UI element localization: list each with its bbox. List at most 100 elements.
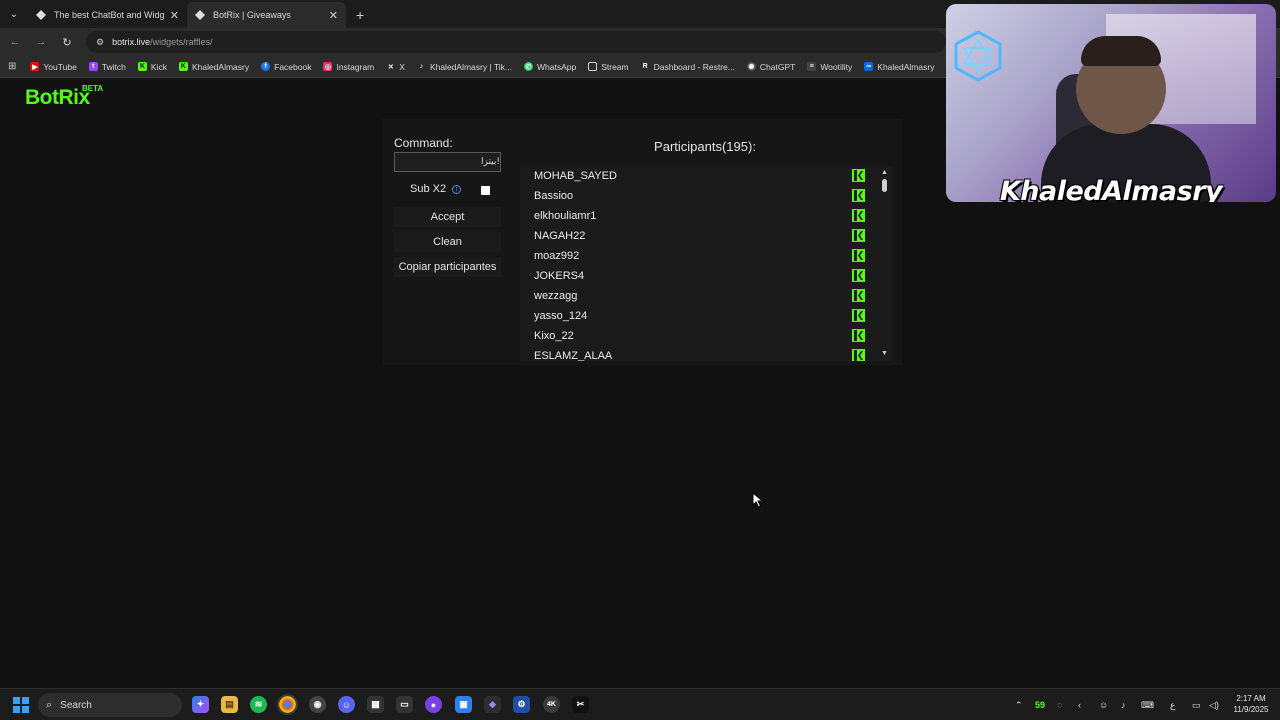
taskbar-search[interactable]: ⌕ Search [38,693,182,717]
store-icon[interactable]: ▣ [455,696,472,713]
botrix-favicon-icon [195,10,205,20]
windows-start-icon[interactable] [13,697,29,713]
info-icon[interactable]: i [452,184,462,194]
app-purple-icon[interactable]: ● [425,696,442,713]
bookmark-x[interactable]: ✕ X [386,62,405,72]
tray-show-hidden-icon[interactable]: ⌃ [1015,689,1023,720]
meta-icon: ∞ [864,62,874,71]
beta-badge: BETA [82,84,104,93]
accept-button[interactable]: Accept [394,207,501,227]
bookmark-restream[interactable]: R Dashboard - Restre... [640,62,735,72]
participant-row: elkhouliamr1 [520,206,875,226]
url-path: /widgets/raffles/ [150,37,213,47]
command-input[interactable] [394,152,501,172]
youtube-icon: ▶ [30,62,40,71]
bookmark-tiktok[interactable]: ♪ KhaledAlmasry | Tik... [416,61,512,72]
address-bar[interactable]: ⚙ botrix.live/widgets/raffles/ [86,31,946,53]
bookmark-khaledalmasry-kick[interactable]: K KhaledAlmasry [178,62,249,72]
4k-app-icon[interactable]: 4K [543,696,560,713]
spotify-icon[interactable]: ≋ [250,696,267,713]
wootility-icon: ≡ [807,62,817,71]
gamepad-icon[interactable]: ◈ [484,696,501,713]
streamdeck-icon[interactable]: ▦ [367,696,384,713]
sub-x2-checkbox[interactable] [481,186,490,195]
bookmark-youtube[interactable]: ▶ YouTube [30,62,77,72]
bookmark-instagram[interactable]: ◎ Instagram [323,62,374,72]
new-tab-icon[interactable]: + [356,7,364,23]
tray-app-icon[interactable]: ◌ [1057,689,1062,720]
botrix-logo[interactable]: BotRix [25,86,90,110]
copy-participants-button[interactable]: Copiar participantes [394,257,501,277]
terminal-icon[interactable]: ▭ [396,696,413,713]
tiktok-icon: ♪ [416,62,426,71]
file-explorer-icon[interactable]: ▤ [221,696,238,713]
participant-row: moaz992 [520,246,875,266]
participant-row: ESLAMZ_ALAA [520,346,875,361]
system-clock[interactable]: 2:17 AM 11/9/2025 [1226,693,1276,715]
clock-date: 11/9/2025 [1233,705,1269,714]
scrollbar[interactable]: ▲ ▼ [880,166,890,361]
keyboard-icon[interactable]: ⌨ [1141,689,1154,720]
clean-button[interactable]: Clean [394,232,501,252]
tray-discord-icon[interactable]: ☺ [1099,689,1108,720]
kick-platform-icon [852,289,865,302]
folder-icon [588,62,598,71]
participant-username: Bassioo [534,190,574,202]
bookmark-chatgpt[interactable]: ✺ ChatGPT [746,62,795,72]
input-language[interactable]: ع [1170,689,1175,720]
mouse-cursor-icon [752,492,764,508]
participant-row: MOHAB_SAYED [520,166,875,186]
capcut-icon[interactable]: ✂ [572,696,589,713]
taskbar-search-label: Search [60,699,92,711]
bookmark-facebook[interactable]: f Facebook [261,62,311,72]
participants-list[interactable]: MOHAB_SAYED Bassioo elkhouliamr1 NAGAH22 moa… [520,166,892,361]
browser-tab-active[interactable]: BotRix | Giveaways ✕ [187,2,346,28]
bookmark-whatsapp[interactable]: ✆ WhatsApp [523,61,577,72]
bookmark-label: KhaledAlmasry | Tik... [429,61,512,72]
participants-title: Participants(195): [654,139,756,154]
scroll-down-arrow-icon[interactable]: ▼ [881,350,888,357]
bookmark-kick[interactable]: K Kick [137,62,167,72]
tray-arrow-icon[interactable]: ‹ [1078,689,1081,720]
forward-arrow-icon[interactable]: → [30,36,52,48]
bookmark-wootility[interactable]: ≡ Wootility [807,62,852,72]
apps-grid-icon[interactable]: ⊞ [8,61,16,72]
steam-icon[interactable]: ⚙ [513,696,530,713]
scroll-up-arrow-icon[interactable]: ▲ [881,169,888,176]
kick-platform-icon [852,329,865,342]
discord-icon[interactable]: ☺ [338,696,355,713]
windows-taskbar: ⌕ Search ✦ ▤ ≋ ◉ ☺ ▦ ▭ ● ▣ ◈ ⚙ 4K ✂ ⌃ 59… [0,688,1280,720]
twitch-icon: t [88,62,98,71]
tray-counter[interactable]: 59 [1035,689,1045,720]
bookmark-twitch[interactable]: t Twitch [88,62,126,72]
microphone-icon[interactable]: ♪ [1121,689,1126,720]
copilot-icon[interactable]: ✦ [192,696,209,713]
bookmark-khaledalmasry-meta[interactable]: ∞ KhaledAlmasry [864,62,934,72]
command-label: Command: [394,136,453,150]
webcam-name-overlay: KhaledAlmasry [999,176,1223,202]
restream-icon: R [640,62,650,71]
browser-tab[interactable]: The best ChatBot and Widgets ✕ [28,2,187,28]
reload-icon[interactable]: ↻ [56,36,78,49]
kick-platform-icon [852,249,865,262]
bookmark-label: KhaledAlmasry [877,61,935,72]
kick-icon: K [137,62,147,71]
bookmark-stream-folder[interactable]: Stream [588,61,629,72]
tab-close-icon[interactable]: ✕ [170,9,179,22]
participant-username: MOHAB_SAYED [534,170,617,182]
participant-username: Kixo_22 [534,330,574,342]
chatgpt-icon: ✺ [746,62,756,71]
kick-platform-icon [852,309,865,322]
tab-search-menu-icon[interactable]: ⌄ [4,4,24,24]
tab-close-icon[interactable]: ✕ [329,9,338,22]
obs-icon[interactable]: ◉ [309,696,326,713]
bookmark-label: WhatsApp [536,61,577,72]
scroll-thumb[interactable] [882,179,887,192]
bookmark-label: Stream [601,61,629,72]
back-arrow-icon[interactable]: ← [4,36,26,48]
chrome-icon[interactable] [277,694,298,715]
network-icon[interactable]: ▭ [1192,689,1201,720]
volume-icon[interactable]: ◁) [1209,689,1219,720]
site-info-icon[interactable]: ⚙ [96,37,104,48]
kick-platform-icon [852,349,865,361]
